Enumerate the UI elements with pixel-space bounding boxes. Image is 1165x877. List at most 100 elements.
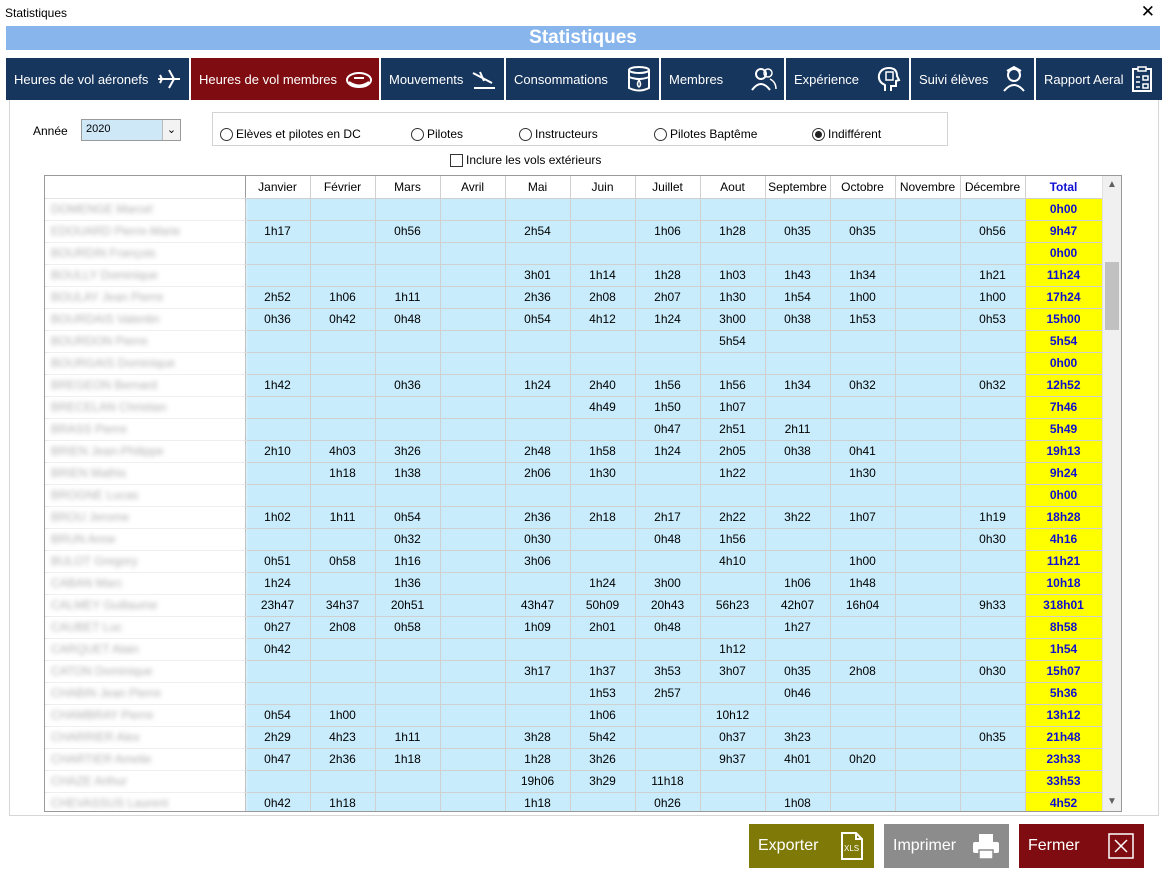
vertical-scrollbar[interactable]: ▲ ▼ <box>1102 176 1121 811</box>
table-row[interactable]: BRUN Anne 0h32 0h30 0h48 1h56 0h30 4h16 <box>45 528 1103 551</box>
month-hours-cell <box>570 220 636 243</box>
table-row[interactable]: BULOT Gregory 0h51 0h58 1h16 3h06 4h10 1h00 11h… <box>45 550 1103 573</box>
tab-rapport-aeral[interactable]: Rapport Aeral <box>1036 58 1162 100</box>
month-hours-cell: 3h22 <box>765 506 831 529</box>
tab-experience[interactable]: Expérience <box>786 58 911 100</box>
month-hours-cell: 1h14 <box>570 264 636 287</box>
month-hours-cell: 3h53 <box>635 660 701 683</box>
radio-indifferent[interactable]: Indifférent <box>812 127 881 141</box>
month-hours-cell: 1h24 <box>505 374 571 397</box>
month-hours-cell <box>830 330 896 353</box>
radio-pilotes-bapteme[interactable]: Pilotes Baptême <box>654 127 757 141</box>
radio-pilotes[interactable]: Pilotes <box>411 127 463 141</box>
table-row[interactable]: BRECELAN Christian 4h49 1h50 1h07 7h46 <box>45 396 1103 419</box>
scroll-up-icon[interactable]: ▲ <box>1103 177 1121 193</box>
radio-circle[interactable] <box>654 127 667 141</box>
month-hours-cell: 2h06 <box>505 462 571 485</box>
radio-circle[interactable] <box>812 127 825 141</box>
month-hours-cell <box>375 704 441 727</box>
table-row[interactable]: BOULAY Jean Pierre 2h52 1h06 1h11 2h36 2h08 2h… <box>45 286 1103 309</box>
scroll-thumb[interactable] <box>1105 262 1119 330</box>
table-row[interactable]: BOURDAIS Valentin 0h36 0h42 0h48 0h54 4h12 1h2… <box>45 308 1103 331</box>
checkbox-box[interactable] <box>450 153 463 167</box>
month-hours-cell <box>375 330 441 353</box>
column-header-month: Janvier <box>245 176 311 199</box>
radio-eleves-pilotes-dc[interactable]: Elèves et pilotes en DC <box>220 127 361 141</box>
table-row[interactable]: CHAZE Arthur 19h06 3h29 11h18 33h53 <box>45 770 1103 793</box>
table-row[interactable]: CAUBET Luc 0h27 2h08 0h58 1h09 2h01 0h48 1h27 8h… <box>45 616 1103 639</box>
table-row[interactable]: BOURGAIS Dominique 0h00 <box>45 352 1103 375</box>
table-row[interactable]: CHABIN Jean Pierre 1h53 2h57 0h46 5h36 <box>45 682 1103 705</box>
month-hours-cell: 1h07 <box>700 396 766 419</box>
table-row[interactable]: CHAMBRAY Pierre 0h54 1h00 1h06 10h12 13h12 <box>45 704 1103 727</box>
month-hours-cell: 4h10 <box>700 550 766 573</box>
member-name-cell: CALMEY Guillaume <box>45 594 246 617</box>
table-row[interactable]: DOMENGE Marcel 0h00 <box>45 198 1103 221</box>
month-hours-cell: 4h12 <box>570 308 636 331</box>
month-hours-cell: 1h18 <box>375 748 441 771</box>
month-hours-cell: 0h48 <box>635 528 701 551</box>
table-row[interactable]: BRASS Pierre 0h47 2h51 2h11 5h49 <box>45 418 1103 441</box>
column-header-month: Octobre <box>830 176 896 199</box>
table-row[interactable]: CHARTIER Amelie 0h47 2h36 1h18 1h28 3h26 9h37 4… <box>45 748 1103 771</box>
table-row[interactable]: CABAN Marc 1h24 1h36 1h24 3h00 1h06 1h48 10h18 <box>45 572 1103 595</box>
table-row[interactable]: BROU Jerome 1h02 1h11 0h54 2h36 2h18 2h17 2h22 3… <box>45 506 1103 529</box>
month-hours-cell <box>310 264 376 287</box>
print-button[interactable]: Imprimer <box>884 824 1009 868</box>
month-hours-cell <box>830 726 896 749</box>
month-hours-cell <box>245 198 311 221</box>
tab-heures-vol-membres[interactable]: Heures de vol membres <box>191 58 381 100</box>
month-hours-cell: 50h09 <box>570 594 636 617</box>
total-hours-cell: 5h36 <box>1025 682 1103 705</box>
table-row[interactable]: BRIEN Mathis 1h18 1h38 2h06 1h30 1h22 1h30 9h24 <box>45 462 1103 485</box>
radio-circle[interactable] <box>411 127 424 141</box>
table-row[interactable]: BROGNE Lucas 0h00 <box>45 484 1103 507</box>
table-row[interactable]: BOURDON Pierre 5h54 5h54 <box>45 330 1103 353</box>
export-button[interactable]: Exporter XLS <box>749 824 874 868</box>
annee-select[interactable]: 2020 ⌄ <box>81 119 181 141</box>
month-hours-cell <box>375 418 441 441</box>
month-hours-cell <box>570 330 636 353</box>
month-hours-cell <box>700 770 766 793</box>
member-name-cell: BOURDON Pierre <box>45 330 246 353</box>
table-row[interactable]: CHEVASSUS Laurent 0h42 1h18 1h18 0h26 1h08 4h5… <box>45 792 1103 811</box>
month-hours-cell: 1h53 <box>830 308 896 331</box>
radio-circle[interactable] <box>519 127 532 141</box>
month-hours-cell <box>635 330 701 353</box>
radio-circle[interactable] <box>220 127 233 141</box>
radio-label: Indifférent <box>828 127 882 141</box>
month-hours-cell <box>440 286 506 309</box>
table-row[interactable]: BRIEN Jean-Philippe 2h10 4h03 3h26 2h48 1h58 1… <box>45 440 1103 463</box>
close-button[interactable]: Fermer <box>1019 824 1144 868</box>
month-hours-cell: 0h35 <box>765 220 831 243</box>
table-row[interactable]: BOULLY Dominique 3h01 1h14 1h28 1h03 1h43 1h34… <box>45 264 1103 287</box>
table-row[interactable]: CHARRIER Alex 2h29 4h23 1h11 3h28 5h42 0h37 3h2… <box>45 726 1103 749</box>
month-hours-cell <box>830 528 896 551</box>
month-hours-cell <box>700 352 766 375</box>
radio-instructeurs[interactable]: Instructeurs <box>519 127 598 141</box>
tab-suivi-eleves[interactable]: Suivi élèves <box>911 58 1036 100</box>
month-hours-cell: 3h07 <box>700 660 766 683</box>
tab-heures-vol-aeronefs[interactable]: Heures de vol aéronefs <box>6 58 191 100</box>
total-hours-cell: 5h54 <box>1025 330 1103 353</box>
month-hours-cell: 1h38 <box>375 462 441 485</box>
table-row[interactable]: EDOUARD Pierre-Marie 1h17 0h56 2h54 1h06 1h28… <box>45 220 1103 243</box>
window-close-icon[interactable]: ✕ <box>1141 3 1155 21</box>
table-row[interactable]: BOURDIN François 0h00 <box>45 242 1103 265</box>
tab-mouvements[interactable]: Mouvements <box>381 58 506 100</box>
table-row[interactable]: BREGEON Bernard 1h42 0h36 1h24 2h40 1h56 1h56 1… <box>45 374 1103 397</box>
month-hours-cell: 1h28 <box>505 748 571 771</box>
include-external-checkbox[interactable]: Inclure les vols extérieurs <box>450 153 601 167</box>
month-hours-cell <box>245 528 311 551</box>
table-row[interactable]: CALMEY Guillaume 23h47 34h37 20h51 43h47 50h0… <box>45 594 1103 617</box>
tab-membres[interactable]: Membres <box>661 58 786 100</box>
scroll-down-icon[interactable]: ▼ <box>1103 794 1121 810</box>
month-hours-cell <box>960 770 1026 793</box>
table-row[interactable]: CARQUET Alain 0h42 1h12 1h54 <box>45 638 1103 661</box>
total-hours-cell: 8h58 <box>1025 616 1103 639</box>
month-hours-cell <box>960 792 1026 811</box>
tab-consommations[interactable]: Consommations <box>506 58 661 100</box>
table-row[interactable]: CATON Dominique 3h17 1h37 3h53 3h07 0h35 2h08 0… <box>45 660 1103 683</box>
chevron-down-icon[interactable]: ⌄ <box>162 120 180 140</box>
month-hours-cell <box>505 418 571 441</box>
